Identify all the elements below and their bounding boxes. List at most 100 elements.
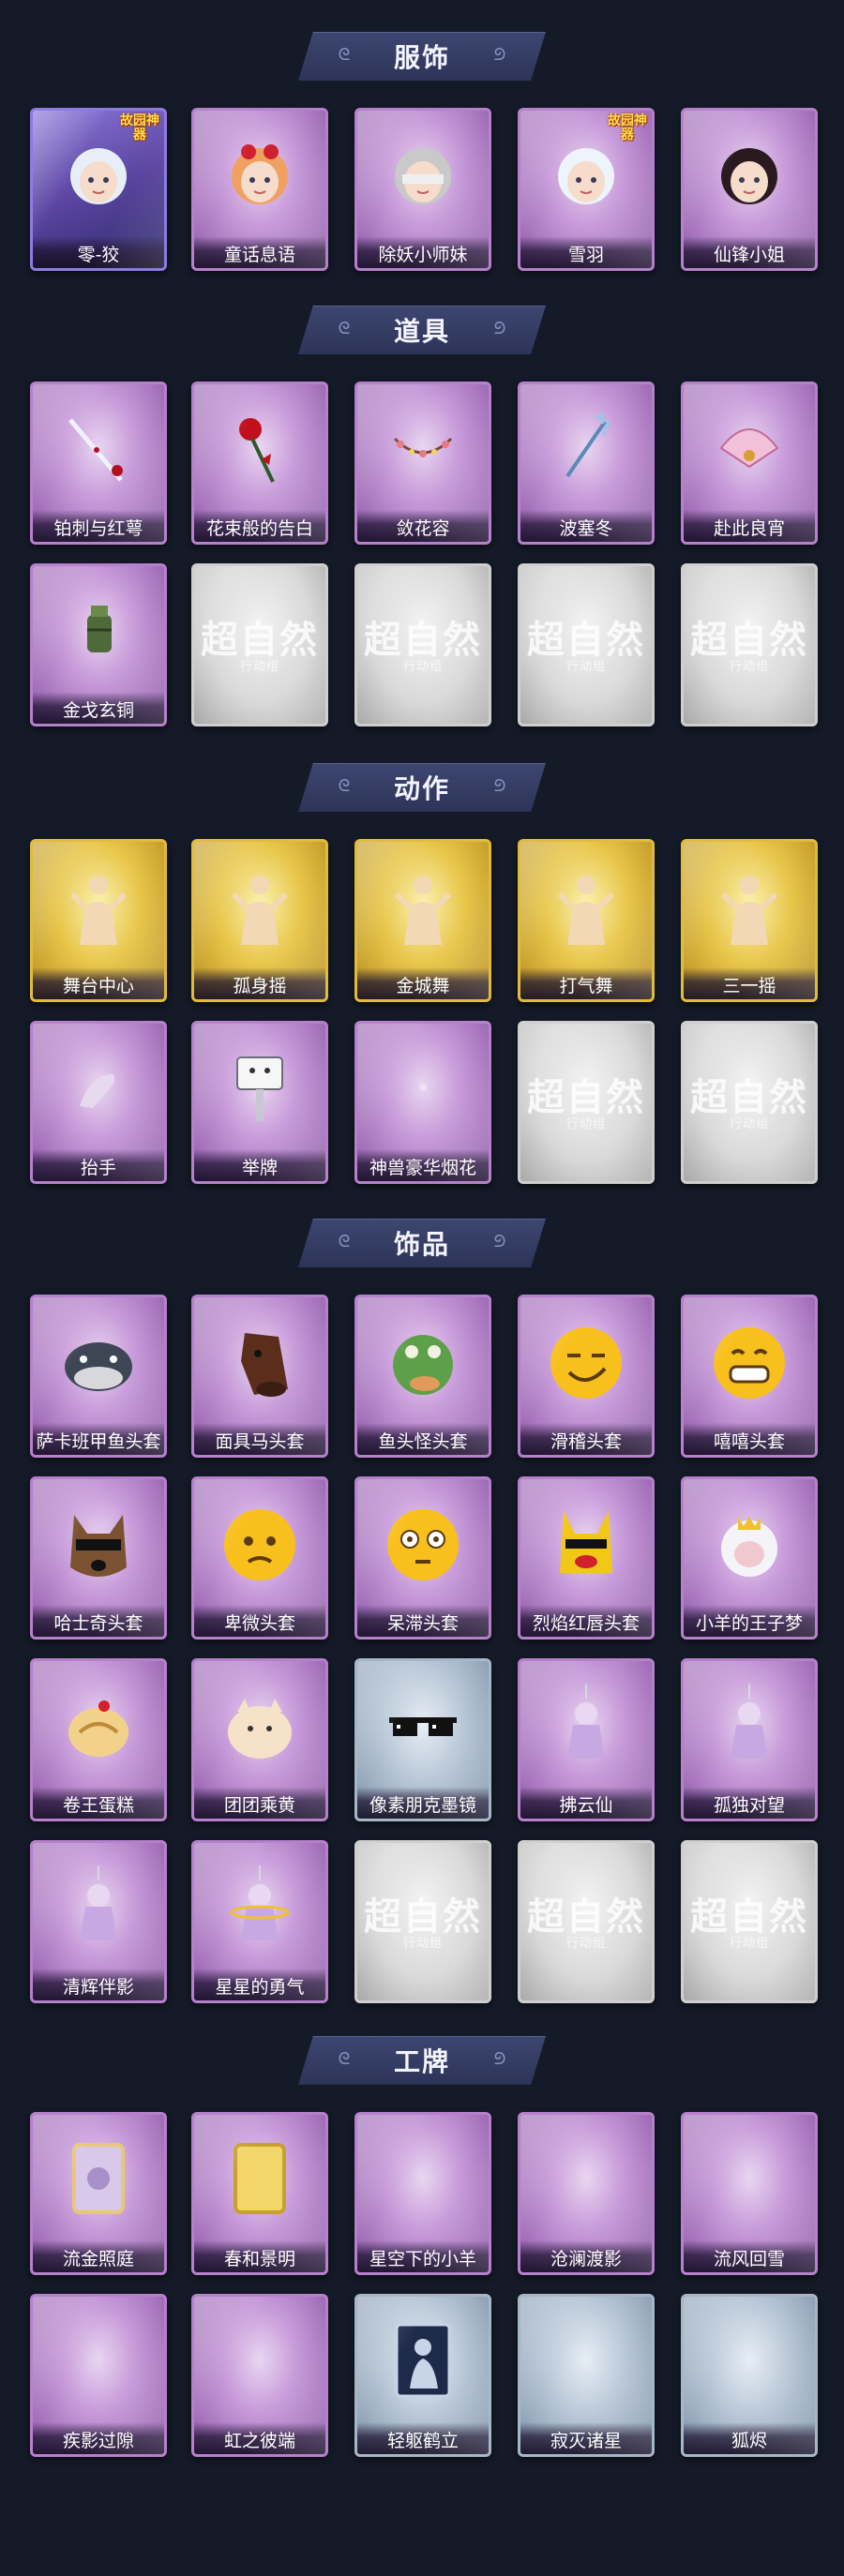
swirl-ornament-icon: ᘓ [493,1232,506,1251]
item-tile[interactable]: 仙锋小姐 [681,108,818,271]
flower-chain-icon [376,401,470,495]
item-label: 孤身摇 [194,967,325,999]
section-header-actions: ᘓ 动作 ᘓ [298,763,546,812]
item-tile[interactable]: 星星的勇气 [191,1840,328,2003]
item-tile[interactable]: 流风回雪 [681,2112,818,2275]
item-tile[interactable]: 神兽豪华烟花 [354,1021,491,1184]
item-tile[interactable]: 卑微头套 [191,1476,328,1640]
bronze-canister-icon [52,583,145,677]
item-tile[interactable]: 铂刺与红萼 [30,382,167,545]
item-tile[interactable]: 金戈玄铜 [30,563,167,726]
dance-pose-icon [702,859,796,952]
fairy-charm-icon [539,1678,633,1772]
item-tile[interactable]: 滑稽头套 [518,1295,655,1458]
sad-emoji-icon [213,1496,307,1590]
locked-item-tile[interactable]: 超自然 行动组 [681,1021,818,1184]
item-tile[interactable]: 舞台中心 [30,839,167,1002]
locked-item-tile[interactable]: 超自然 行动组 [681,1840,818,2003]
rose-sword-icon [52,401,145,495]
item-tile[interactable]: 狐烬 [681,2294,818,2457]
item-tile[interactable]: 童话息语 [191,108,328,271]
locked-item-tile[interactable]: 超自然 行动组 [518,563,655,726]
watermark-subtitle: 行动组 [729,660,769,674]
item-tile[interactable]: 面具马头套 [191,1295,328,1458]
locked-item-tile[interactable]: 超自然 行动组 [354,1840,491,2003]
item-tile[interactable]: 像素朋克墨镜 [354,1658,491,1821]
item-tile[interactable]: 清辉伴影 [30,1840,167,2003]
item-tile[interactable]: 三一摇 [681,839,818,1002]
fireworks-icon [376,1041,470,1134]
doll-charm-icon [702,1678,796,1772]
item-label: 神兽豪华烟花 [357,1149,489,1181]
locked-item-tile[interactable]: 超自然 行动组 [518,1021,655,1184]
item-tile[interactable]: 金城舞 [354,839,491,1002]
section-header-accessories: ᘓ 饰品 ᘓ [298,1219,546,1267]
item-tile[interactable]: 孤身摇 [191,839,328,1002]
item-tile[interactable]: 赴此良宵 [681,382,818,545]
item-tile[interactable]: 抬手 [30,1021,167,1184]
swirl-ornament-icon: ᘓ [493,776,506,796]
watermark-subtitle: 行动组 [402,1937,443,1951]
item-tile[interactable]: 嘻嘻头套 [681,1295,818,1458]
avatar-blindfold-icon [376,127,470,221]
item-label: 赴此良宵 [684,510,815,542]
item-tile[interactable]: 打气舞 [518,839,655,1002]
item-tile[interactable]: 寂灭诸星 [518,2294,655,2457]
locked-item-tile[interactable]: 超自然 行动组 [191,563,328,726]
item-tile[interactable]: 虹之彼端 [191,2294,328,2457]
item-label: 敛花容 [357,510,489,542]
fish-head-icon [52,1314,145,1408]
lantern-fan-icon [702,401,796,495]
section-title: 道具 [393,316,450,347]
item-label: 面具马头套 [194,1423,325,1455]
item-tile[interactable]: 卷王蛋糕 [30,1658,167,1821]
rose-bouquet-icon [213,401,307,495]
item-tile[interactable]: 花束般的告白 [191,382,328,545]
item-tile[interactable]: 波塞冬 [518,382,655,545]
item-tile[interactable]: 轻躯鹤立 [354,2294,491,2457]
item-tile[interactable]: 团团乘黄 [191,1658,328,1821]
item-label: 星星的勇气 [194,1969,325,2000]
item-tile[interactable]: 春和景明 [191,2112,328,2275]
item-label: 哈士奇头套 [33,1605,164,1637]
item-tile[interactable]: 萨卡班甲鱼头套 [30,1295,167,1458]
watermark-subtitle: 行动组 [729,1117,769,1131]
item-label: 沧澜渡影 [520,2240,652,2272]
dance-pose-icon [213,859,307,952]
grin-emoji-icon [702,1314,796,1408]
item-tile[interactable]: 零-狡 故园神器 [30,108,167,271]
dance-pose-icon [52,859,145,952]
item-tile[interactable]: 除妖小师妹 [354,108,491,271]
locked-item-tile[interactable]: 超自然 行动组 [354,563,491,726]
hold-sign-icon [213,1041,307,1134]
item-tile[interactable]: 举牌 [191,1021,328,1184]
section-title: 动作 [393,773,450,804]
item-tile[interactable]: 拂云仙 [518,1658,655,1821]
item-tile[interactable]: 孤独对望 [681,1658,818,1821]
item-tile[interactable]: 流金照庭 [30,2112,167,2275]
event-badge: 故园神器 [120,113,159,142]
item-tile[interactable]: 小羊的王子梦 [681,1476,818,1640]
watermark-subtitle: 行动组 [239,660,279,674]
item-tile[interactable]: 敛花容 [354,382,491,545]
item-label: 小羊的王子梦 [684,1605,815,1637]
item-tile[interactable]: 沧澜渡影 [518,2112,655,2275]
item-label: 仙锋小姐 [684,236,815,268]
item-tile[interactable]: 哈士奇头套 [30,1476,167,1640]
section-title: 工牌 [393,2046,450,2077]
locked-item-tile[interactable]: 超自然 行动组 [518,1840,655,2003]
item-tile[interactable]: 疾影过隙 [30,2294,167,2457]
section-title: 饰品 [393,1229,450,1260]
watermark-subtitle: 行动组 [565,1117,606,1131]
item-tile[interactable]: 雪羽 故园神器 [518,108,655,271]
item-label: 金城舞 [357,967,489,999]
item-label: 萨卡班甲鱼头套 [33,1423,164,1455]
swirl-ornament-icon: ᘓ [338,45,351,65]
item-tile[interactable]: 鱼头怪头套 [354,1295,491,1458]
item-tile[interactable]: 呆滞头套 [354,1476,491,1640]
item-label: 零-狡 [33,236,164,268]
item-tile[interactable]: 烈焰红唇头套 [518,1476,655,1640]
item-tile[interactable]: 星空下的小羊 [354,2112,491,2275]
locked-item-tile[interactable]: 超自然 行动组 [681,563,818,726]
framed-card-icon [52,2132,145,2225]
